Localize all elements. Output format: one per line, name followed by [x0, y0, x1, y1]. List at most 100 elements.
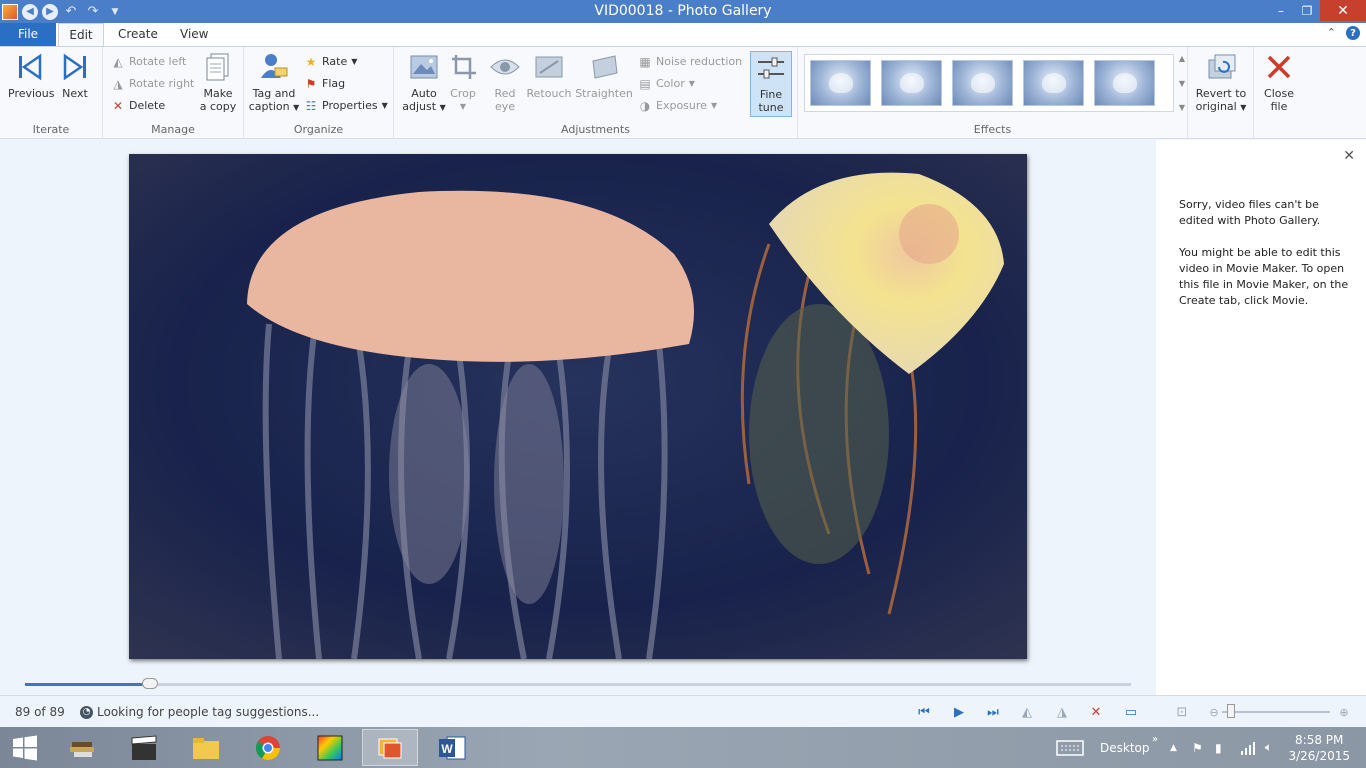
taskbar-file-explorer[interactable] — [178, 729, 234, 766]
delete-button[interactable]: ✕ Delete — [111, 97, 165, 115]
play-icon[interactable]: ▶ — [949, 703, 969, 721]
color-icon: ▤ — [639, 77, 651, 91]
taskbar-photo-gallery[interactable] — [362, 729, 418, 766]
crop-button[interactable]: Crop ▼ — [448, 51, 478, 113]
taskbar-clock[interactable]: 8:58 PM 3/26/2015 — [1288, 732, 1350, 764]
effects-expand-icon[interactable]: ▼ — [1179, 103, 1185, 112]
close-panel-icon[interactable]: ✕ — [1343, 148, 1355, 164]
close-file-button[interactable]: Close file — [1260, 51, 1298, 113]
make-a-copy-button[interactable]: Make a copy — [198, 51, 238, 113]
show-hidden-icons-icon[interactable]: ▲ — [1170, 727, 1177, 768]
desktop-toolbar-label[interactable]: Desktop — [1100, 727, 1150, 768]
folder-icon — [193, 737, 219, 759]
retouch-icon — [533, 51, 565, 83]
ribbon-tabs: File Edit Create View ⌃ ? — [0, 23, 1366, 46]
tab-edit[interactable]: Edit — [58, 23, 104, 46]
properties-button[interactable]: ☷ Properties ▼ — [304, 97, 388, 115]
collapse-ribbon-chevron-icon[interactable]: ⌃ — [1327, 26, 1336, 40]
network-signal-icon[interactable] — [1240, 727, 1256, 768]
power-icon[interactable]: ▮ — [1215, 727, 1222, 768]
noise-reduction-icon: ▦ — [639, 55, 651, 69]
rotate-left-status-icon[interactable]: ◭ — [1017, 703, 1037, 721]
rotate-left-button[interactable]: ◭ Rotate left — [111, 53, 186, 71]
color-spectrum-icon — [317, 735, 343, 760]
group-manage: ◭ Rotate left ◮ Rotate right ✕ Delete Ma… — [103, 47, 244, 139]
taskbar-color-app[interactable] — [302, 729, 358, 766]
rotate-right-icon: ◮ — [113, 77, 123, 91]
seek-progress-fill — [25, 683, 150, 686]
effect-thumbnail[interactable] — [1023, 60, 1084, 106]
rate-button[interactable]: ★ Rate ▼ — [304, 53, 358, 71]
video-frame-preview[interactable] — [129, 154, 1027, 659]
red-eye-button[interactable]: Red eye — [488, 51, 522, 113]
properties-dropdown-arrow-icon: ▼ — [381, 101, 388, 110]
slideshow-icon[interactable]: ▭ — [1121, 703, 1141, 721]
taskbar-movie-maker[interactable] — [116, 729, 172, 766]
tag-and-caption-button[interactable]: Tag and caption ▼ — [248, 51, 300, 114]
group-adjustments: Auto adjust ▼ Crop ▼ Red eye Retouch Str… — [394, 47, 798, 139]
zoom-in-icon[interactable]: ⊕ — [1334, 703, 1354, 721]
touch-keyboard-icon[interactable] — [1056, 727, 1084, 768]
effect-thumbnail[interactable] — [952, 60, 1013, 106]
svg-text:W: W — [441, 742, 453, 756]
help-icon[interactable]: ? — [1346, 26, 1360, 40]
color-button[interactable]: ▤ Color ▼ — [638, 75, 695, 93]
start-button[interactable] — [0, 729, 50, 766]
close-window-button[interactable]: ✕ — [1320, 0, 1366, 21]
color-dropdown-arrow-icon: ▼ — [688, 79, 695, 88]
auto-adjust-button[interactable]: Auto adjust ▼ — [400, 51, 448, 114]
tab-view[interactable]: View — [170, 23, 218, 46]
taskbar-word[interactable]: W — [424, 729, 480, 766]
rotate-right-status-icon[interactable]: ◮ — [1052, 703, 1072, 721]
actual-size-icon[interactable]: ⊡ — [1172, 703, 1192, 721]
zoom-slider-thumb[interactable] — [1227, 704, 1235, 718]
revert-icon — [1205, 51, 1237, 83]
zoom-slider-track[interactable] — [1222, 711, 1330, 713]
fine-tune-button[interactable]: Fine tune — [750, 51, 792, 117]
retouch-button[interactable]: Retouch — [526, 51, 572, 100]
next-button[interactable]: Next — [57, 51, 93, 100]
video-seek-bar[interactable] — [25, 678, 1131, 689]
tab-file[interactable]: File — [0, 23, 56, 46]
group-iterate: Previous Next Iterate — [0, 47, 103, 139]
group-label-adjustments: Adjustments — [561, 123, 630, 136]
previous-icon — [14, 51, 46, 83]
status-bar: 89 of 89 ◔ Looking for people tag sugges… — [0, 695, 1366, 727]
next-item-icon[interactable]: ⏭ — [983, 703, 1003, 721]
taskbar-books-app[interactable] — [54, 729, 110, 766]
previous-button[interactable]: Previous — [8, 51, 55, 100]
flag-button[interactable]: ⚑ Flag — [304, 75, 346, 93]
delete-status-icon[interactable]: ✕ — [1086, 703, 1106, 721]
action-center-flag-icon[interactable]: ⚑ — [1192, 727, 1203, 768]
minimize-button[interactable]: – — [1268, 0, 1294, 21]
seek-thumb[interactable] — [141, 678, 158, 689]
toolbar-expand-icon[interactable]: » — [1152, 719, 1158, 760]
tab-create[interactable]: Create — [108, 23, 168, 46]
volume-icon[interactable]: 🔈︎ — [1265, 727, 1272, 768]
effects-scroll-up-icon[interactable]: ▲ — [1179, 54, 1185, 63]
flag-icon: ⚑ — [305, 77, 317, 91]
zoom-out-icon[interactable]: ⊖ — [1204, 703, 1224, 721]
revert-to-original-button[interactable]: Revert to original ▼ — [1192, 51, 1250, 114]
effects-scroll-down-icon[interactable]: ▼ — [1179, 79, 1185, 88]
rotate-right-button[interactable]: ◮ Rotate right — [111, 75, 194, 93]
taskbar-chrome[interactable] — [240, 729, 296, 766]
word-icon: W — [439, 736, 466, 759]
clock-date: 3/26/2015 — [1288, 749, 1350, 763]
straighten-button[interactable]: Straighten — [574, 51, 634, 100]
revert-dropdown-arrow-icon: ▼ — [1240, 103, 1247, 112]
window-title: VID00018 - Photo Gallery — [594, 3, 772, 19]
tag-dropdown-arrow-icon: ▼ — [293, 103, 300, 112]
effect-thumbnail[interactable] — [881, 60, 942, 106]
next-icon — [59, 51, 91, 83]
video-edit-unsupported-message: Sorry, video files can't be edited with … — [1179, 198, 1321, 227]
exposure-button[interactable]: ◑ Exposure ▼ — [638, 97, 717, 115]
eye-icon — [489, 51, 521, 83]
previous-item-icon[interactable]: ⏮ — [914, 703, 934, 721]
restore-button[interactable]: ❐ — [1294, 0, 1320, 21]
properties-icon: ☷ — [305, 99, 317, 113]
noise-reduction-button[interactable]: ▦ Noise reduction — [638, 53, 742, 71]
chrome-icon — [256, 735, 280, 760]
effect-thumbnail[interactable] — [1094, 60, 1155, 106]
effect-thumbnail[interactable] — [810, 60, 871, 106]
